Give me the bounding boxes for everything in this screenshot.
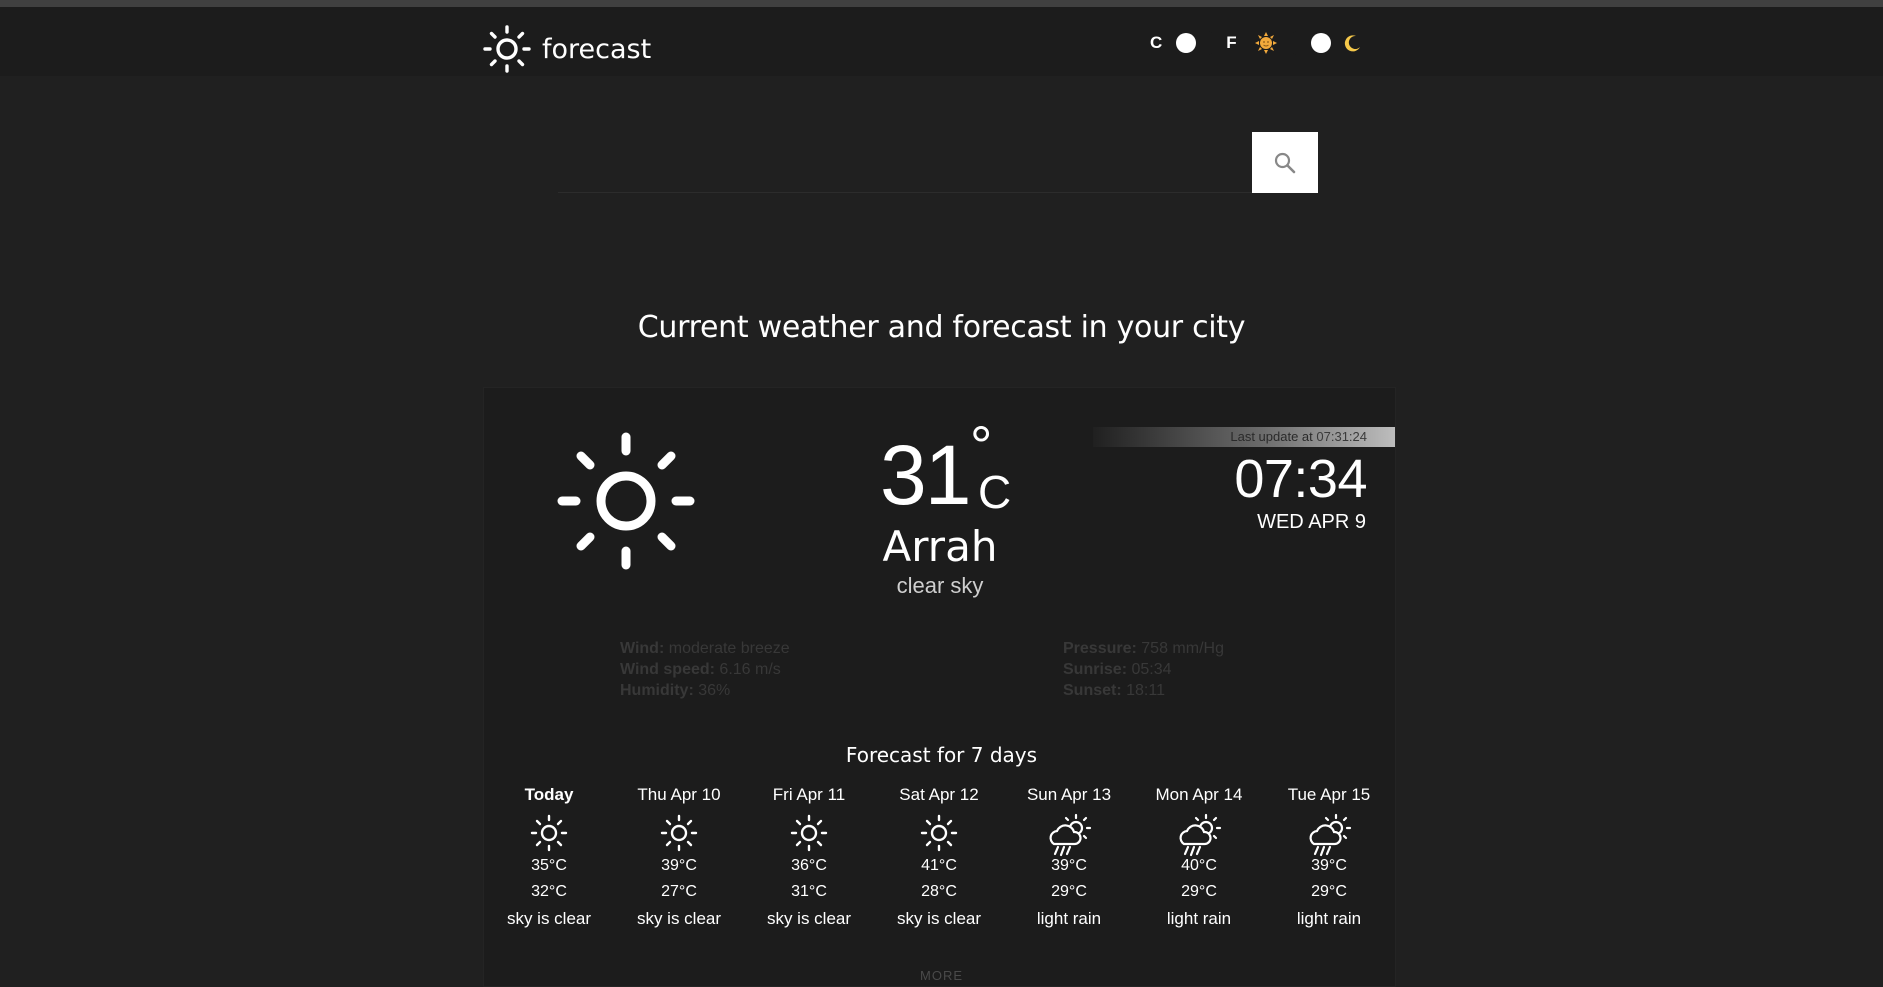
current-condition: clear sky — [896, 573, 984, 598]
forecast-day-name: Thu Apr 10 — [637, 785, 721, 804]
sun-icon — [484, 813, 614, 853]
forecast-day-desc: sky is clear — [896, 909, 982, 928]
theme-toggle-switch[interactable] — [1286, 31, 1335, 55]
forecast-day-max: 36°C — [791, 857, 827, 874]
unit-toggle-switch[interactable] — [1170, 31, 1219, 55]
rain-cloud-sun-icon — [1004, 813, 1134, 857]
search-button[interactable] — [1252, 132, 1318, 193]
details-right: Pressure: 758 mm/Hg Sunrise: 05:34 Sunse… — [1063, 638, 1224, 701]
search-input[interactable] — [558, 132, 1252, 192]
temperature-value: 31 — [880, 428, 971, 522]
forecast-day-desc: sky is clear — [636, 909, 722, 928]
theme-toggle-knob — [1310, 33, 1331, 53]
forecast-day-min: 29°C — [1051, 883, 1087, 900]
forecast-day-max: 39°C — [1051, 857, 1087, 874]
moon-icon — [1344, 35, 1360, 52]
forecast-day-min: 28°C — [921, 883, 957, 900]
forecast-day: Fri Apr 11 36°C 31°C sky is clear — [744, 784, 874, 933]
temperature-unit: C — [978, 466, 1012, 518]
app-header: forecast C F — [0, 7, 1883, 76]
forecast-day: Tue Apr 15 39°C 29°C light rain — [1264, 784, 1394, 933]
sun-icon — [614, 813, 744, 853]
forecast-day-desc: light rain — [1166, 909, 1232, 928]
forecast-day-min: 27°C — [661, 883, 697, 900]
details-left: Wind: moderate breeze Wind speed: 6.16 m… — [620, 638, 790, 701]
detail-sunrise: Sunrise: 05:34 — [1063, 661, 1172, 678]
last-update-text: Last update at 07:31:24 — [1230, 429, 1367, 444]
forecast-day-max: 35°C — [531, 857, 567, 874]
current-temperature: 31 ° C — [880, 418, 1020, 522]
unit-toggle-knob — [1176, 33, 1197, 53]
browser-top-strip — [0, 0, 1883, 7]
forecast-day-min: 31°C — [791, 883, 827, 900]
fahrenheit-label: F — [1226, 33, 1237, 52]
forecast-title: Forecast for 7 days — [845, 743, 1038, 767]
forecast-day-name: Today — [524, 785, 574, 804]
search-underline — [558, 192, 1252, 193]
forecast-day: Thu Apr 10 39°C 27°C sky is clear — [614, 784, 744, 933]
forecast-day-desc: sky is clear — [506, 909, 592, 928]
last-update-bar: Last update at 07:31:24 — [1093, 427, 1395, 447]
detail-pressure: Pressure: 758 mm/Hg — [1063, 640, 1224, 657]
forecast-day-min: 32°C — [531, 883, 567, 900]
forecast-day-desc: light rain — [1296, 909, 1362, 928]
forecast-day: Today 35°C 32°C sky is clear — [484, 784, 614, 933]
detail-humidity: Humidity: 36% — [620, 682, 731, 699]
forecast-day-max: 39°C — [661, 857, 697, 874]
forecast-day-desc: sky is clear — [766, 909, 852, 928]
forecast-day-desc: light rain — [1036, 909, 1102, 928]
page-headline: Current weather and forecast in your cit… — [637, 310, 1246, 345]
detail-wind: Wind: moderate breeze — [620, 640, 790, 657]
logo-text: forecast — [542, 33, 652, 65]
sun-icon — [744, 813, 874, 853]
last-update-time: 07:31:24 — [1316, 429, 1367, 444]
detail-wind-speed: Wind speed: 6.16 m/s — [620, 661, 781, 678]
city-name: Arrah — [882, 522, 998, 571]
forecast-day-name: Fri Apr 11 — [772, 785, 846, 804]
logo[interactable]: forecast — [482, 24, 651, 74]
forecast-day-name: Mon Apr 14 — [1155, 785, 1243, 804]
forecast-day-min: 29°C — [1181, 883, 1217, 900]
sun-logo-icon — [483, 25, 531, 73]
rain-cloud-sun-icon — [1264, 813, 1394, 857]
forecast-day-min: 29°C — [1311, 883, 1347, 900]
forecast-day-max: 39°C — [1311, 857, 1347, 874]
rain-cloud-sun-icon — [1134, 813, 1264, 857]
forecast-day-name: Sat Apr 12 — [899, 785, 979, 804]
search-icon — [1274, 152, 1296, 173]
sun-icon — [874, 813, 1004, 853]
detail-sunset: Sunset: 18:11 — [1063, 682, 1165, 699]
forecast-day: Sat Apr 12 41°C 28°C sky is clear — [874, 784, 1004, 933]
forecast-day-name: Tue Apr 15 — [1287, 785, 1371, 804]
sun-face-icon — [1254, 32, 1277, 54]
local-date: WED APR 9 — [1257, 511, 1366, 533]
local-time: 07:34 — [1234, 449, 1367, 509]
current-weather-sun-icon — [557, 432, 695, 570]
forecast-day-max: 40°C — [1181, 857, 1217, 874]
forecast-day: Sun Apr 13 39°C 29°C light rain — [1004, 784, 1134, 933]
forecast-day-max: 41°C — [921, 857, 957, 874]
forecast-day: Mon Apr 14 40°C 29°C light rain — [1134, 784, 1264, 933]
forecast-day-name: Sun Apr 13 — [1026, 785, 1112, 804]
celsius-label: C — [1150, 33, 1163, 52]
header-toggles: C F — [1150, 31, 1363, 55]
